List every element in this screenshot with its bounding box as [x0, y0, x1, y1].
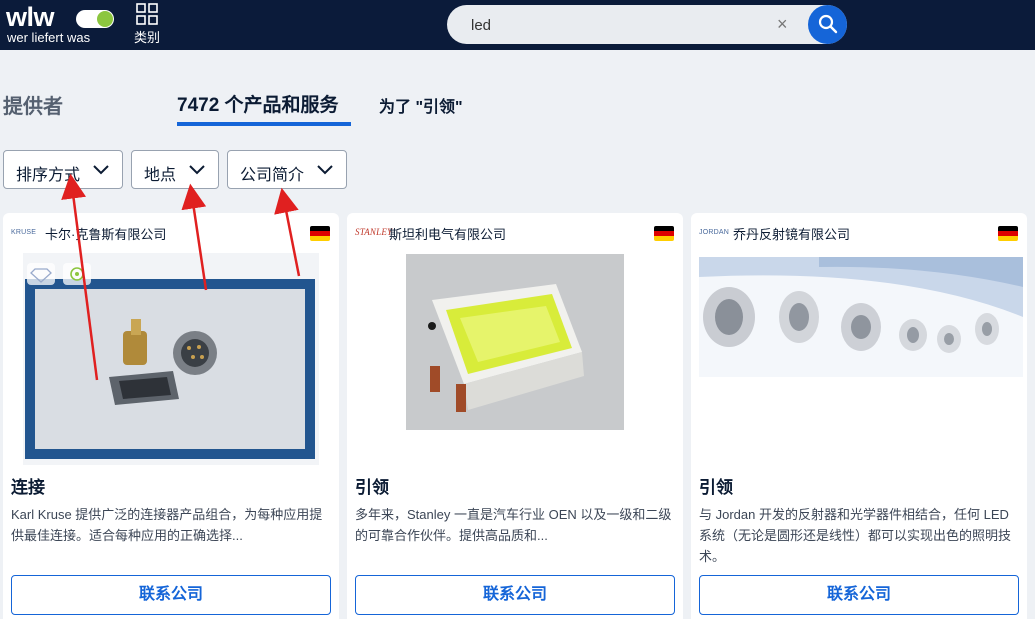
germany-flag-icon	[998, 226, 1018, 241]
search-term-label: 为了 "引领"	[379, 99, 463, 116]
product-card[interactable]: KRUSE 卡尔·克鲁斯有限公司 连接 Karl Kruse 提供广泛的连接器产…	[3, 213, 339, 619]
product-image[interactable]	[699, 257, 1023, 377]
close-icon[interactable]: ×	[777, 14, 788, 35]
contact-company-button[interactable]: 联系公司	[355, 575, 675, 615]
chevron-down-icon	[317, 165, 333, 175]
product-image[interactable]	[23, 253, 319, 465]
sort-filter[interactable]: 排序方式	[3, 150, 123, 189]
tab-providers[interactable]: 提供者	[3, 90, 63, 119]
results-area: 提供者 7472 个产品和服务 为了 "引领" 排序方式 地点 公司简介 KRU…	[0, 50, 1035, 619]
chevron-down-icon	[189, 165, 205, 175]
diamond-icon	[27, 263, 55, 285]
product-card[interactable]: STANLEY 斯坦利电气有限公司 引领 多年来，Stanley 一直是汽车行业…	[347, 213, 683, 619]
logo-toggle-icon	[76, 10, 114, 28]
card-header: STANLEY 斯坦利电气有限公司	[355, 223, 675, 243]
card-title[interactable]: 引领	[355, 473, 389, 498]
card-description: 多年来，Stanley 一直是汽车行业 OEN 以及一级和二级的可靠合作伙伴。提…	[355, 507, 672, 543]
search-bar: ×	[447, 5, 847, 44]
search-input[interactable]	[471, 14, 771, 36]
company-logo: STANLEY	[355, 227, 393, 237]
card-description: 与 Jordan 开发的反射器和光学器件相结合，任何 LED 系统（无论是圆形还…	[699, 507, 1012, 564]
search-icon	[818, 14, 838, 34]
germany-flag-icon	[310, 226, 330, 241]
company-profile-filter[interactable]: 公司简介	[227, 150, 347, 189]
wlw-logo[interactable]: wlw wer liefert was	[6, 2, 114, 45]
product-card[interactable]: JORDAN 乔丹反射镜有限公司 引领 与 Jordan 开发的反射器和光学器件…	[691, 213, 1027, 619]
contact-company-button[interactable]: 联系公司	[11, 575, 331, 615]
card-header: KRUSE 卡尔·克鲁斯有限公司	[11, 223, 331, 243]
grid-icon	[136, 3, 158, 25]
gear-badge-icon	[63, 263, 91, 285]
filter-label: 公司简介	[240, 167, 305, 184]
company-name[interactable]: 斯坦利电气有限公司	[389, 224, 506, 243]
tab-products[interactable]: 7472 个产品和服务	[177, 90, 339, 117]
card-title[interactable]: 连接	[11, 473, 45, 498]
filter-label: 排序方式	[16, 167, 81, 184]
led-image	[406, 254, 624, 430]
card-header: JORDAN 乔丹反射镜有限公司	[699, 223, 1019, 243]
categories-label: 类别	[133, 30, 160, 45]
company-name[interactable]: 卡尔·克鲁斯有限公司	[45, 224, 166, 243]
filter-label: 地点	[144, 167, 177, 184]
logo-tagline: wer liefert was	[7, 30, 91, 45]
germany-flag-icon	[654, 226, 674, 241]
active-tab-indicator	[177, 122, 351, 126]
card-title[interactable]: 引领	[699, 473, 733, 498]
product-image[interactable]	[406, 254, 624, 430]
chevron-down-icon	[93, 165, 109, 175]
categories-button[interactable]: 类别	[130, 3, 164, 46]
top-bar: wlw wer liefert was 类别 ×	[0, 0, 1035, 50]
logo-word: wlw	[6, 2, 55, 32]
reflectors-image	[699, 257, 1023, 377]
company-name[interactable]: 乔丹反射镜有限公司	[733, 224, 850, 243]
location-filter[interactable]: 地点	[131, 150, 219, 189]
company-logo: KRUSE	[11, 229, 37, 236]
contact-company-button[interactable]: 联系公司	[699, 575, 1019, 615]
card-description: Karl Kruse 提供广泛的连接器产品组合，为每种应用提供最佳连接。适合每种…	[11, 507, 323, 543]
search-button[interactable]	[808, 5, 847, 44]
company-logo: JORDAN	[699, 229, 729, 236]
